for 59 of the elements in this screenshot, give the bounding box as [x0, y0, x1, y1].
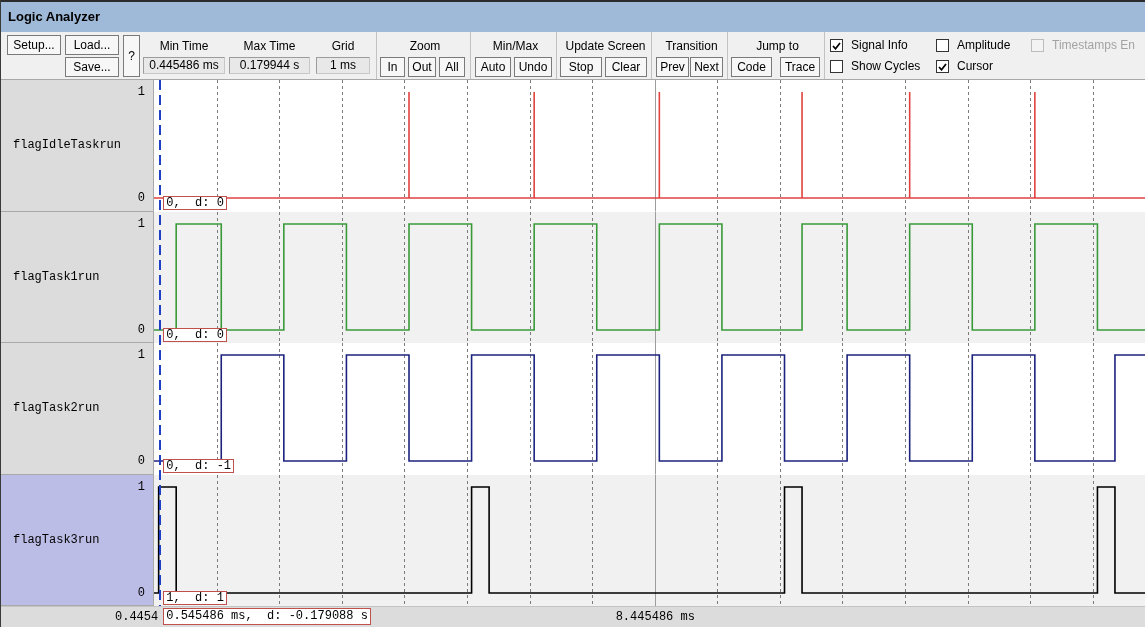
checkbox-label[interactable]: Signal Info — [851, 39, 908, 52]
signal-name: flagTask1run — [13, 269, 100, 284]
value-field: 0.445486 ms — [143, 57, 225, 74]
checkbox-label[interactable]: Cursor — [957, 60, 993, 73]
help-button[interactable]: ? — [123, 35, 140, 77]
level-label: 0 — [137, 191, 145, 205]
toolbar-button[interactable]: Code — [731, 57, 772, 77]
signal-label-panel[interactable]: flagIdleTaskrun 1 0 — [1, 80, 154, 212]
load-button[interactable]: Load... — [65, 35, 119, 55]
toolbar-button[interactable]: Undo — [514, 57, 552, 77]
axis-tick-label: 0.4454 — [115, 610, 159, 624]
toolbar-button[interactable]: Out — [408, 57, 436, 77]
toolbar-button[interactable]: Stop — [560, 57, 602, 77]
cursor-readout: 0.545486 ms, d: -0.179088 s — [163, 608, 371, 625]
level-label: 1 — [137, 216, 145, 231]
check-icon — [832, 41, 841, 50]
group-label: Zoom — [408, 38, 442, 54]
group-label: Jump to — [755, 38, 800, 54]
save-button[interactable]: Save... — [65, 57, 119, 77]
signal-label-panel[interactable]: flagTask1run 1 0 — [1, 211, 154, 343]
level-label: 0 — [137, 585, 145, 600]
level-label: 1 — [137, 348, 145, 362]
axis-tick-label: 8.445486 ms — [615, 610, 695, 624]
group-label: Min/Max — [491, 38, 540, 54]
signal-name: flagTask2run — [13, 401, 100, 416]
toolbar-button[interactable]: Next — [690, 57, 723, 77]
checkbox[interactable] — [936, 60, 949, 73]
checkbox-label[interactable]: Amplitude — [957, 39, 1011, 52]
field-label: Grid — [331, 38, 355, 54]
checkbox-label[interactable]: Show Cycles — [851, 60, 921, 73]
toolbar-button[interactable]: Trace — [780, 57, 820, 77]
signal-name: flagIdleTaskrun — [13, 138, 122, 153]
field-label: Min Time — [159, 38, 209, 54]
checkbox[interactable] — [830, 39, 843, 52]
level-label: 1 — [137, 85, 145, 99]
window-title: Logic Analyzer — [8, 9, 100, 25]
level-label: 0 — [137, 454, 145, 468]
group-label: Transition — [664, 38, 719, 54]
value-field: 0.179944 s — [229, 57, 310, 74]
checkbox-label: Timestamps En — [1052, 39, 1135, 52]
signal-label-panel[interactable]: flagTask2run 1 0 — [1, 343, 154, 475]
toolbar-button[interactable]: In — [380, 57, 405, 77]
level-label: 0 — [137, 322, 145, 337]
check-icon — [938, 62, 947, 71]
checkbox[interactable] — [936, 39, 949, 52]
level-label: 1 — [137, 479, 145, 494]
cursor-readout: 0, d: -1 — [163, 459, 235, 473]
toolbar-button[interactable]: All — [439, 57, 465, 77]
field-label: Max Time — [243, 38, 296, 54]
toolbar-button[interactable]: Clear — [605, 57, 647, 77]
cursor-readout: 0, d: 0 — [163, 196, 227, 210]
checkbox[interactable] — [830, 60, 843, 73]
signal-name: flagTask3run — [13, 532, 100, 547]
group-label: Update Screen — [564, 38, 647, 54]
value-field: 1 ms — [316, 57, 370, 74]
toolbar-button[interactable]: Auto — [475, 57, 511, 77]
toolbar-button[interactable]: Prev — [656, 57, 689, 77]
signal-label-panel[interactable]: flagTask3run 1 0 — [1, 474, 154, 606]
setup-button[interactable]: Setup... — [7, 35, 61, 55]
